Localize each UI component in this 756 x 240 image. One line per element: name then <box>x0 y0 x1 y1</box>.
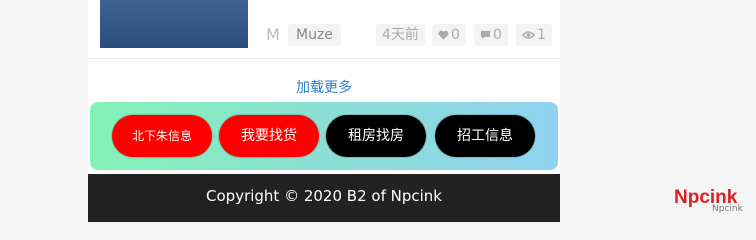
banner-link-beixiazhu-info[interactable]: 北下朱信息 <box>112 115 212 157</box>
load-more-link[interactable]: 加载更多 <box>88 78 560 98</box>
like-count[interactable]: 0 <box>432 24 466 46</box>
comment-count-value: 0 <box>493 27 502 43</box>
post-thumbnail[interactable] <box>100 0 248 48</box>
banner-link-rent-housing[interactable]: 租房找房 <box>326 115 426 157</box>
banner-link-job-info[interactable]: 招工信息 <box>435 115 535 157</box>
site-footer: Copyright © 2020 B2 of Npcink <box>88 174 560 222</box>
quick-links-banner: 北下朱信息 我要找货 租房找房 招工信息 <box>90 102 558 170</box>
author-avatar[interactable]: M <box>264 24 282 46</box>
divider <box>88 58 560 59</box>
view-count-value: 1 <box>537 27 546 43</box>
view-count: 1 <box>516 24 552 46</box>
post-time-label: 4天前 <box>382 27 419 43</box>
main-column: M Muze 4天前 0 0 1 加载更多 北下朱信息 我要找货 租房找房 招工… <box>88 0 560 222</box>
copyright-text: Copyright © 2020 B2 of Npcink <box>206 187 442 205</box>
author-name[interactable]: Muze <box>288 24 341 46</box>
heart-icon <box>438 30 449 40</box>
banner-link-find-goods[interactable]: 我要找货 <box>219 115 319 157</box>
like-count-value: 0 <box>451 27 460 43</box>
comment-icon <box>480 30 491 40</box>
brand-caption: Npcink <box>712 204 743 214</box>
comment-count[interactable]: 0 <box>474 24 508 46</box>
post-time: 4天前 <box>376 24 425 46</box>
eye-icon <box>521 31 536 39</box>
